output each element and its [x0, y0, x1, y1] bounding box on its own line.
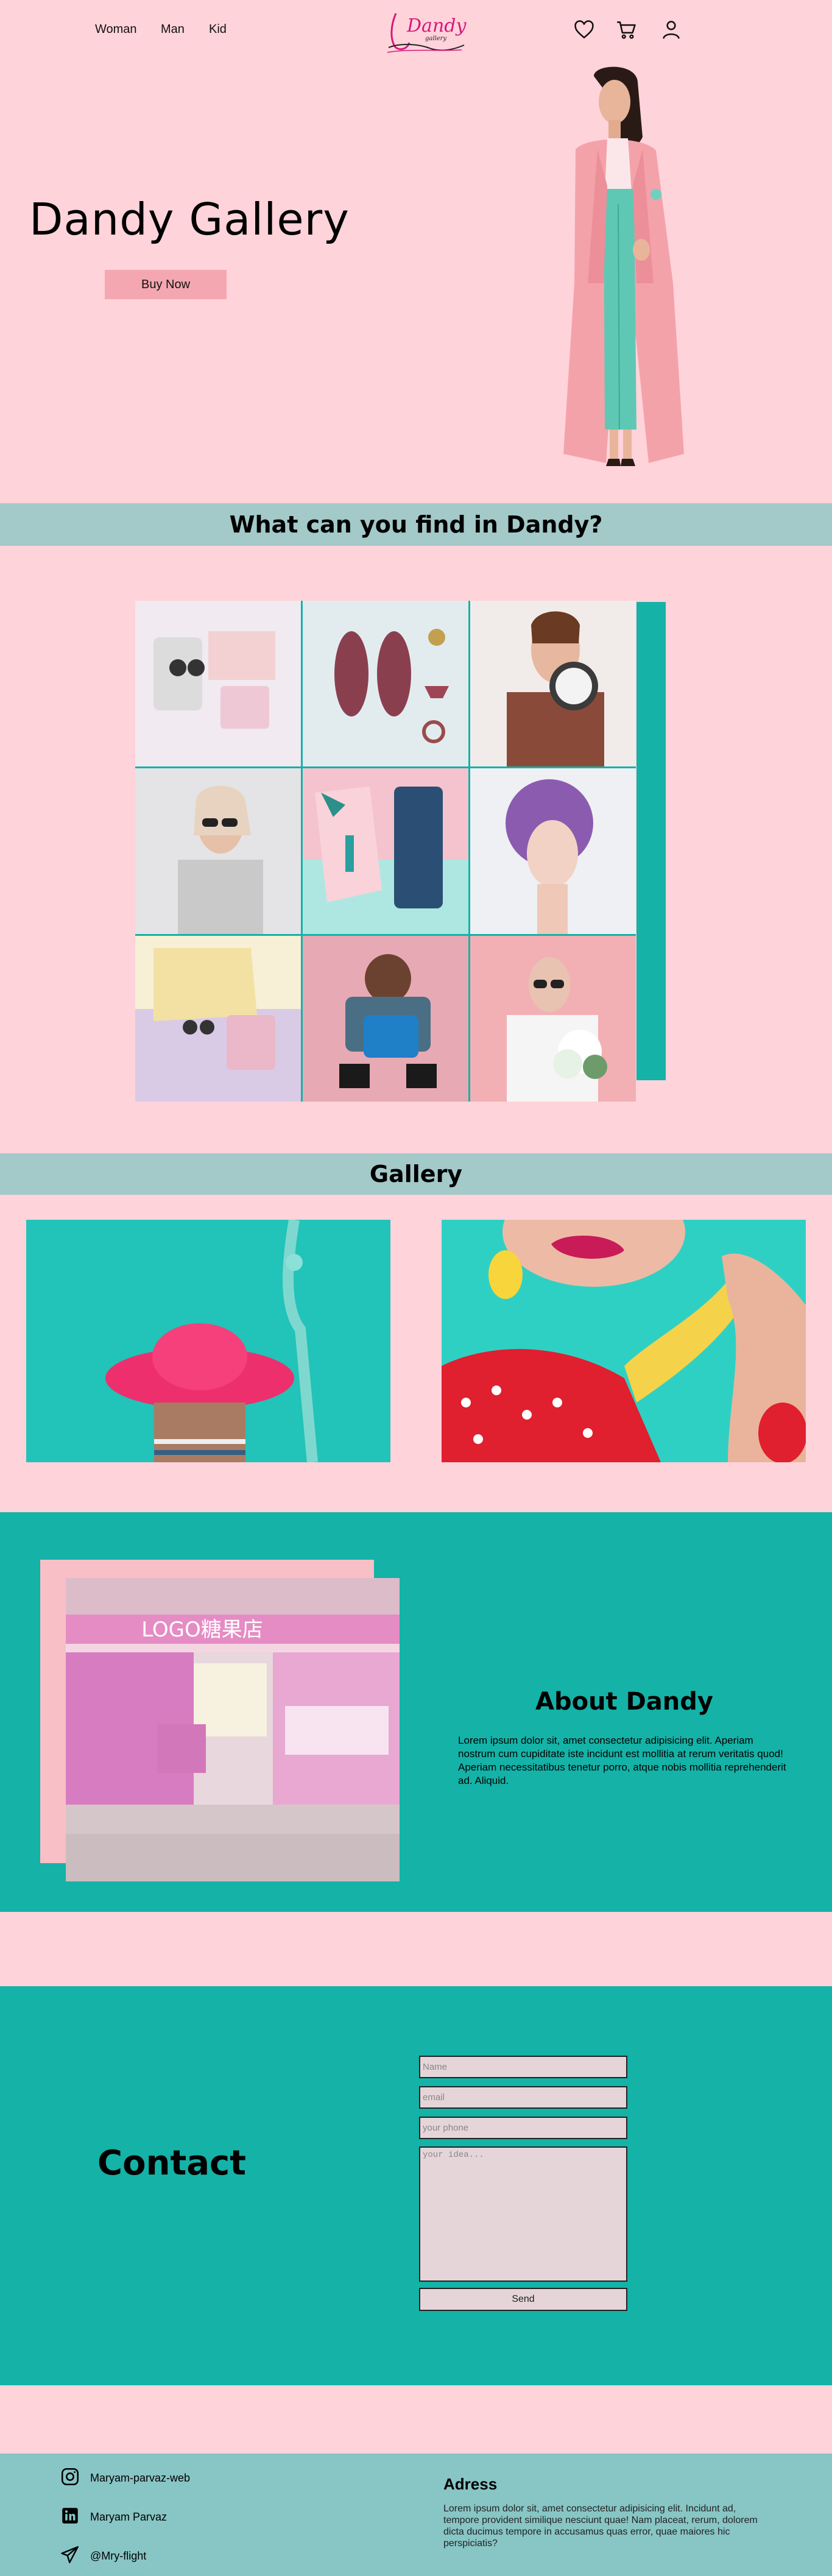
footer-linkedin-link[interactable]: Maryam Parvaz	[60, 2503, 167, 2530]
brand-logo[interactable]: Dandy gallery	[383, 6, 468, 56]
footer-instagram-link[interactable]: Maryam-parvaz-web	[60, 2465, 190, 2491]
grid-tile-woman-clock[interactable]	[470, 601, 636, 766]
grid-tile-jeans-flatlay[interactable]	[303, 768, 468, 934]
telegram-icon	[60, 2544, 80, 2568]
linkedin-name: Maryam Parvaz	[90, 2510, 167, 2523]
contact-title: Contact	[97, 2143, 246, 2183]
grid-tile-flatlay-accessories[interactable]	[135, 601, 301, 766]
address-title: Adress	[443, 2475, 498, 2493]
grid-tile-woman-sunglasses[interactable]	[135, 768, 301, 934]
nav-link-man[interactable]: Man	[161, 23, 185, 37]
gallery-heading: Gallery	[0, 1153, 832, 1195]
logo-text: Dandy	[406, 15, 467, 37]
about-store-image: LOGO糖果店	[66, 1578, 400, 1881]
user-icon[interactable]	[660, 18, 683, 41]
nav-link-woman[interactable]: Woman	[95, 23, 137, 37]
ideas-field[interactable]	[419, 2146, 627, 2282]
instagram-icon	[60, 2466, 80, 2490]
heart-icon[interactable]	[573, 18, 596, 41]
grid-tile-purple-hair[interactable]	[470, 768, 636, 934]
linkedin-icon	[60, 2505, 80, 2529]
send-button[interactable]: Send	[419, 2288, 627, 2311]
about-description: Lorem ipsum dolor sit, amet consectetur …	[458, 1735, 786, 1786]
contact-background	[0, 1986, 832, 2385]
telegram-handle: @Mry-flight	[90, 2549, 147, 2562]
hero-title: Dandy Gallery	[29, 194, 350, 245]
buy-now-button[interactable]: Buy Now	[105, 270, 227, 299]
hero-model-image	[551, 64, 697, 469]
gallery-image-banana-phone[interactable]	[442, 1220, 806, 1462]
nav-link-kid[interactable]: Kid	[209, 23, 227, 37]
gallery-image-pink-hat[interactable]	[26, 1220, 390, 1462]
address-text: Lorem ipsum dolor sit, amet consectetur …	[443, 2503, 758, 2549]
find-heading: What can you find in Dandy?	[0, 503, 832, 546]
name-field[interactable]	[419, 2056, 627, 2078]
footer-telegram-link[interactable]: @Mry-flight	[60, 2542, 146, 2569]
cart-icon[interactable]	[615, 18, 638, 41]
store-sign: LOGO糖果店	[141, 1618, 263, 1642]
product-grid	[135, 601, 636, 1102]
footer: Maryam-parvaz-web Maryam Parvaz @Mry-fli…	[0, 2454, 832, 2576]
email-field[interactable]	[419, 2086, 627, 2109]
about-title: About Dandy	[535, 1688, 713, 1716]
phone-field[interactable]	[419, 2117, 627, 2139]
instagram-handle: Maryam-parvaz-web	[90, 2471, 191, 2484]
grid-tile-sweater-bag[interactable]	[135, 936, 301, 1102]
grid-tile-woman-flowers[interactable]	[470, 936, 636, 1102]
grid-tile-shoes[interactable]	[303, 601, 468, 766]
logo-subtext: gallery	[425, 35, 446, 42]
grid-tile-blue-bag[interactable]	[303, 936, 468, 1102]
grid-accent-block	[636, 602, 666, 1080]
